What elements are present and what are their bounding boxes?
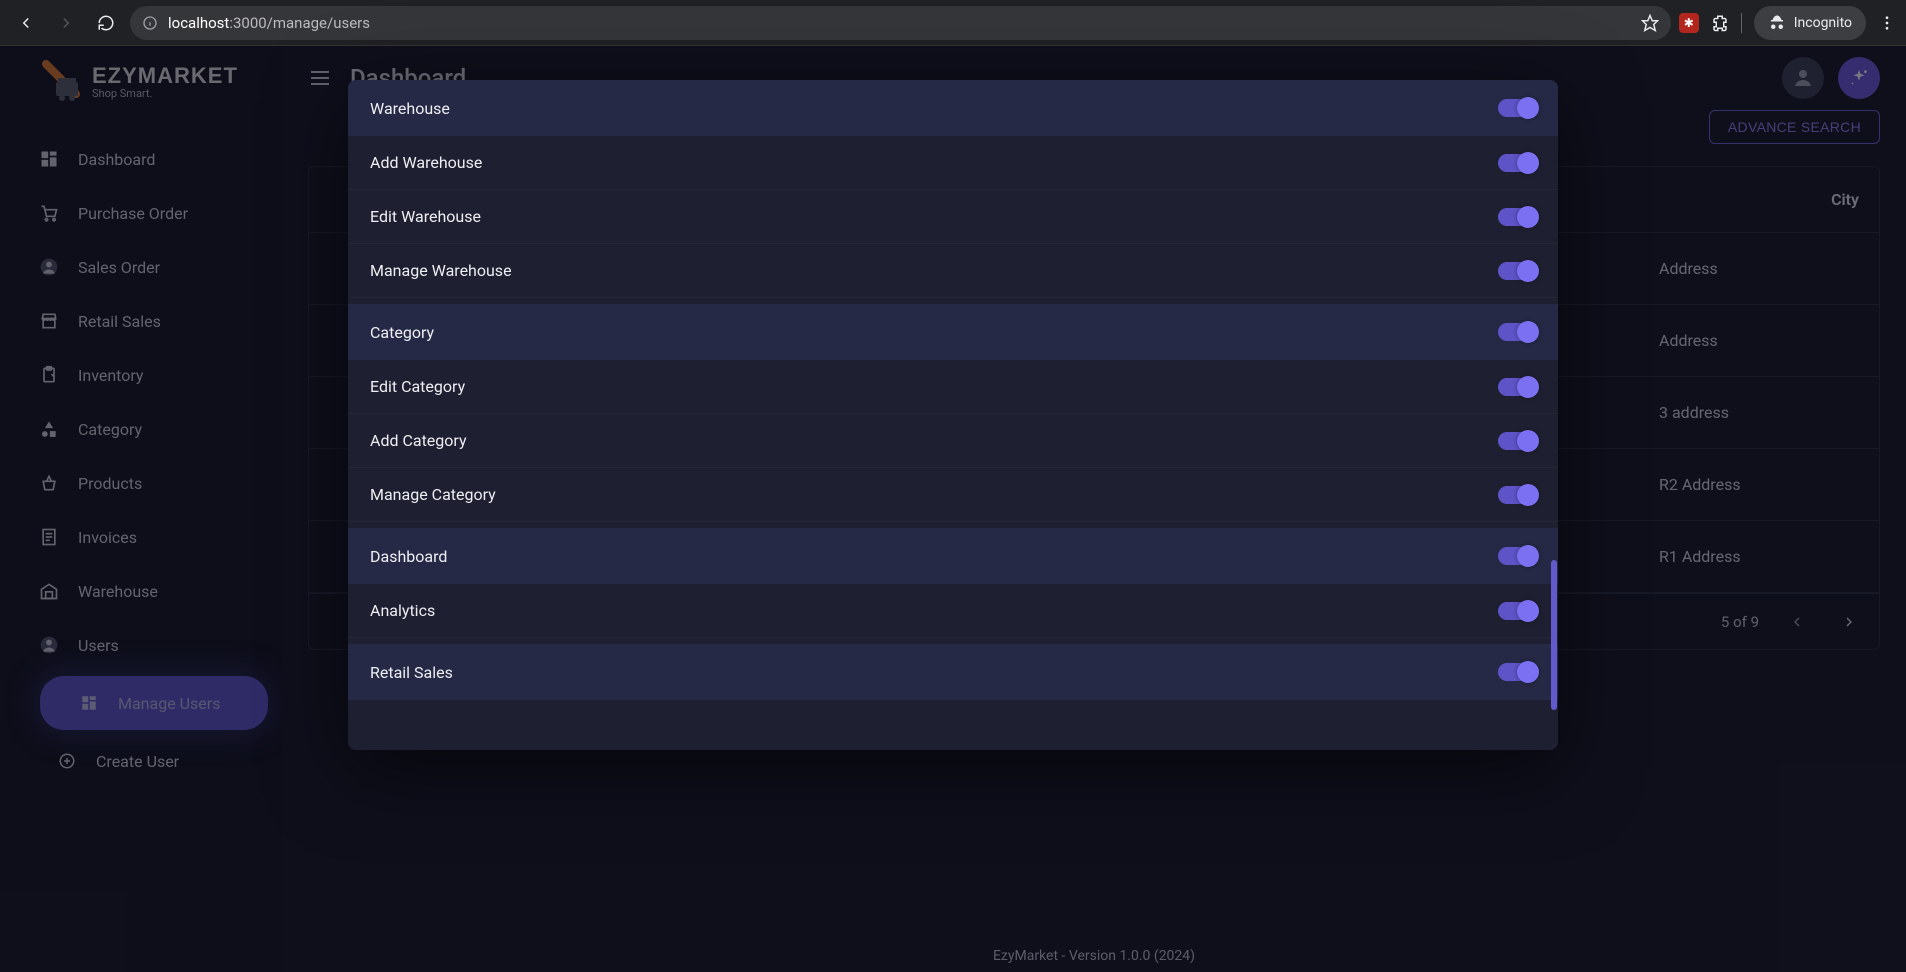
permission-label: Edit Warehouse — [370, 207, 481, 226]
permission-toggle[interactable] — [1498, 323, 1536, 341]
incognito-label: Incognito — [1794, 15, 1852, 31]
permission-row: Manage Warehouse — [348, 244, 1558, 298]
permission-toggle[interactable] — [1498, 602, 1536, 620]
extension-icon[interactable]: ✱ — [1679, 13, 1699, 33]
reload-button[interactable] — [90, 7, 122, 39]
permission-label: Add Category — [370, 431, 467, 450]
browser-menu-icon[interactable] — [1878, 14, 1896, 32]
permission-label: Retail Sales — [370, 663, 453, 682]
permission-toggle[interactable] — [1498, 154, 1536, 172]
permission-toggle[interactable] — [1498, 262, 1536, 280]
permission-toggle[interactable] — [1498, 208, 1536, 226]
permission-group-header: Retail Sales — [348, 644, 1558, 700]
permissions-dialog: Warehouse Add Warehouse Edit Warehouse Mana… — [348, 80, 1558, 750]
app-root: EZYMARKET Shop Smart. Dashboard Purchase… — [0, 46, 1906, 972]
permission-toggle[interactable] — [1498, 378, 1536, 396]
permission-row: Add Warehouse — [348, 136, 1558, 190]
info-icon — [142, 15, 158, 31]
permission-row: Manage Category — [348, 468, 1558, 522]
permission-label: Analytics — [370, 601, 435, 620]
permission-toggle[interactable] — [1498, 99, 1536, 117]
incognito-icon — [1768, 14, 1786, 32]
permission-label: Add Warehouse — [370, 153, 482, 172]
permission-label: Category — [370, 323, 434, 342]
url-text: localhost:3000/manage/users — [168, 14, 370, 32]
permission-label: Dashboard — [370, 547, 447, 566]
scrollbar-thumb[interactable] — [1551, 560, 1557, 710]
permission-row: Edit Warehouse — [348, 190, 1558, 244]
permission-label: Edit Category — [370, 377, 465, 396]
back-button[interactable] — [10, 7, 42, 39]
browser-toolbar: localhost:3000/manage/users ✱ Incognito — [0, 0, 1906, 46]
permission-row: Analytics — [348, 584, 1558, 638]
permission-toggle[interactable] — [1498, 547, 1536, 565]
permissions-list[interactable]: Warehouse Add Warehouse Edit Warehouse Mana… — [348, 80, 1558, 750]
url-bar[interactable]: localhost:3000/manage/users — [130, 6, 1671, 40]
permission-row: Add Category — [348, 414, 1558, 468]
extensions-icon[interactable] — [1711, 14, 1729, 32]
forward-button[interactable] — [50, 7, 82, 39]
modal-overlay[interactable]: Warehouse Add Warehouse Edit Warehouse Mana… — [0, 46, 1906, 972]
permission-group-header: Category — [348, 304, 1558, 360]
permission-row: Edit Category — [348, 360, 1558, 414]
bookmark-icon[interactable] — [1641, 14, 1659, 32]
permission-toggle[interactable] — [1498, 486, 1536, 504]
permission-group-header: Dashboard — [348, 528, 1558, 584]
permission-toggle[interactable] — [1498, 432, 1536, 450]
incognito-badge[interactable]: Incognito — [1754, 6, 1866, 40]
permission-label: Manage Warehouse — [370, 261, 512, 280]
permission-group-header: Warehouse — [348, 80, 1558, 136]
permission-toggle[interactable] — [1498, 663, 1536, 681]
permission-label: Manage Category — [370, 485, 496, 504]
permission-label: Warehouse — [370, 99, 450, 118]
